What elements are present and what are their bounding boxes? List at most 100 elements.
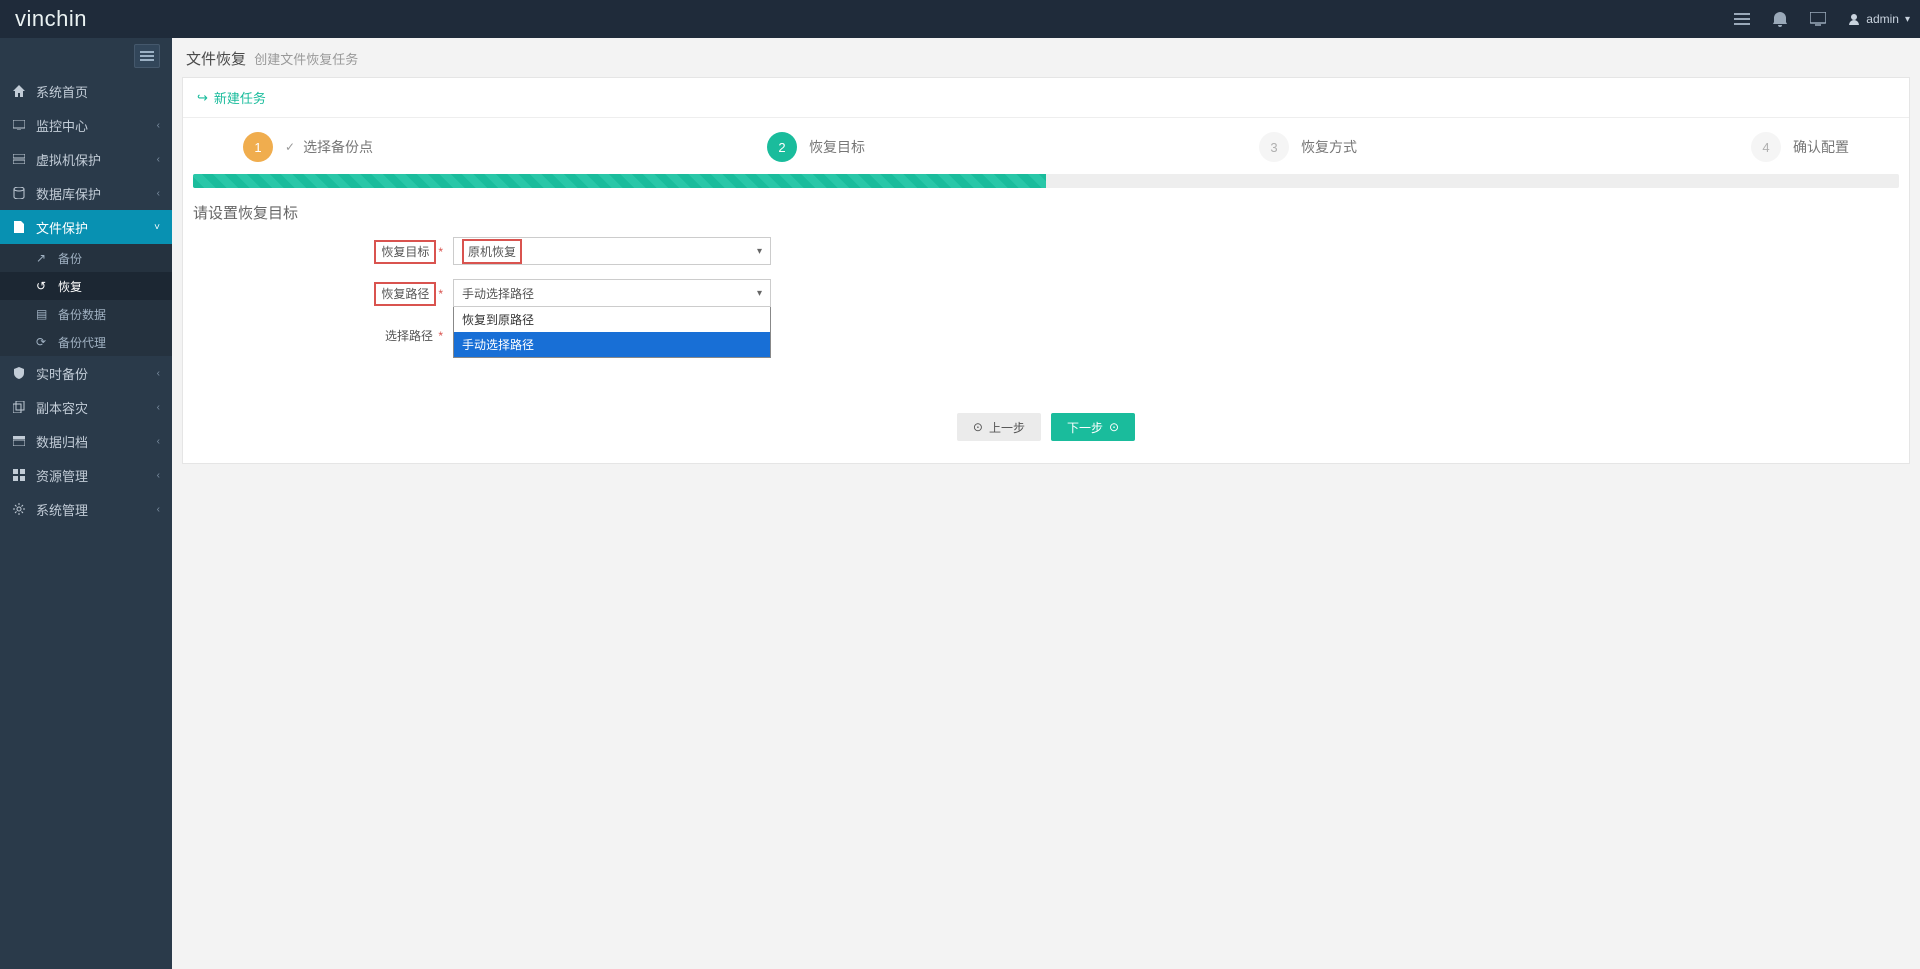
- option-original-path[interactable]: 恢复到原路径: [454, 307, 770, 332]
- shield-icon: [12, 367, 26, 379]
- grid-icon: [12, 469, 26, 481]
- list-icon[interactable]: [1734, 11, 1750, 27]
- form-area: 恢复目标* 原机恢复 ▾ 恢复路径*: [183, 237, 1909, 403]
- wizard-progress: [193, 174, 1899, 188]
- header-right: admin ▾: [1734, 11, 1910, 27]
- next-button[interactable]: 下一步 ⊙: [1051, 413, 1135, 441]
- progress-fill: [193, 174, 1046, 188]
- prev-label: 上一步: [989, 419, 1025, 436]
- nav-label: 数据库保护: [36, 184, 157, 203]
- row-restore-target: 恢复目标* 原机恢复 ▾: [193, 237, 1899, 265]
- step-number: 3: [1259, 132, 1289, 162]
- nav-label: 虚拟机保护: [36, 150, 157, 169]
- step-number: 1: [243, 132, 273, 162]
- wizard-panel: ↩ 新建任务 1 ✓ 选择备份点 2 恢复目标 3 恢复方式: [182, 77, 1910, 464]
- step-label: 确认配置: [1793, 137, 1849, 157]
- breadcrumb-main: 文件恢复: [186, 51, 246, 68]
- chevron-left-icon: ‹: [157, 368, 160, 379]
- chevron-left-icon: ‹: [157, 436, 160, 447]
- user-name: admin: [1866, 12, 1899, 26]
- chevron-left-icon: ‹: [157, 470, 160, 481]
- control-restore-path: 手动选择路径 ▾ 恢复到原路径 手动选择路径: [453, 279, 771, 307]
- sidebar-toggle-row: [0, 38, 172, 74]
- chevron-left-icon: ‹: [157, 120, 160, 131]
- step-label: 选择备份点: [303, 137, 373, 157]
- step-number: 4: [1751, 132, 1781, 162]
- nav-archive[interactable]: 数据归档 ‹: [0, 424, 172, 458]
- select-restore-target[interactable]: 原机恢复 ▾: [453, 237, 771, 265]
- wizard-footer: ⊙ 上一步 下一步 ⊙: [183, 403, 1909, 463]
- chevron-down-icon: ▾: [1905, 14, 1910, 25]
- row-restore-path: 恢复路径* 手动选择路径 ▾ 恢复到原路径 手动选择路径: [193, 279, 1899, 307]
- step-label: 恢复方式: [1301, 137, 1357, 157]
- select-value: 原机恢复: [462, 239, 522, 264]
- label-restore-target: 恢复目标*: [193, 237, 443, 260]
- reply-icon: ↩: [197, 90, 208, 106]
- control-restore-target: 原机恢复 ▾: [453, 237, 771, 265]
- step-4[interactable]: 4 确认配置: [1751, 132, 1849, 162]
- monitor-icon[interactable]: [1810, 11, 1826, 27]
- nav-realtime-backup[interactable]: 实时备份 ‹: [0, 356, 172, 390]
- label-restore-path: 恢复路径*: [193, 279, 443, 302]
- nav-vm-protect[interactable]: 虚拟机保护 ‹: [0, 142, 172, 176]
- monitor-icon: [12, 120, 26, 130]
- arrow-left-icon: ⊙: [973, 420, 983, 434]
- option-manual-path[interactable]: 手动选择路径: [454, 332, 770, 357]
- panel-header: ↩ 新建任务: [183, 78, 1909, 118]
- step-label: 恢复目标: [809, 137, 865, 157]
- file-protect-submenu: ↗ 备份 ↺ 恢复 ▤ 备份数据 ⟳ 备份代理: [0, 244, 172, 356]
- panel-title: 新建任务: [214, 88, 266, 107]
- sidebar-toggle[interactable]: [134, 44, 160, 68]
- sub-label: 恢复: [58, 278, 82, 295]
- database-icon: [12, 187, 26, 199]
- nav-db-protect[interactable]: 数据库保护 ‹: [0, 176, 172, 210]
- sub-backup-data[interactable]: ▤ 备份数据: [0, 300, 172, 328]
- share-icon: ↗: [36, 251, 50, 265]
- step-3[interactable]: 3 恢复方式: [1259, 132, 1357, 162]
- required-mark: *: [438, 245, 443, 259]
- nav-label: 监控中心: [36, 116, 157, 135]
- nav-file-protect[interactable]: 文件保护 ˅: [0, 210, 172, 244]
- nav-home[interactable]: 系统首页: [0, 74, 172, 108]
- server-icon: [12, 154, 26, 164]
- next-label: 下一步: [1067, 419, 1103, 436]
- breadcrumb-sub: 创建文件恢复任务: [254, 52, 358, 67]
- logo: vinchin: [15, 6, 87, 32]
- gear-icon: [12, 503, 26, 515]
- section-heading: 请设置恢复目标: [183, 202, 1909, 237]
- select-restore-path[interactable]: 手动选择路径 ▾: [453, 279, 771, 307]
- wizard-steps: 1 ✓ 选择备份点 2 恢复目标 3 恢复方式 4 确认配置: [183, 118, 1909, 170]
- step-2[interactable]: 2 恢复目标: [767, 132, 865, 162]
- data-icon: ▤: [36, 307, 50, 321]
- nav-label: 系统管理: [36, 500, 157, 519]
- caret-down-icon: ▾: [757, 246, 762, 257]
- check-icon: ✓: [285, 140, 295, 154]
- row-select-path: 选择路径 * ▾: [193, 321, 1899, 349]
- prev-button[interactable]: ⊙ 上一步: [957, 413, 1041, 441]
- chevron-down-icon: ˅: [154, 222, 160, 233]
- label-select-path: 选择路径 *: [193, 321, 443, 344]
- sub-backup[interactable]: ↗ 备份: [0, 244, 172, 272]
- required-mark: *: [435, 329, 443, 343]
- nav-label: 副本容灾: [36, 398, 157, 417]
- step-number: 2: [767, 132, 797, 162]
- copy-icon: [12, 401, 26, 413]
- nav-label: 资源管理: [36, 466, 157, 485]
- sub-label: 备份: [58, 250, 82, 267]
- app-header: vinchin admin ▾: [0, 0, 1920, 38]
- nav-label: 数据归档: [36, 432, 157, 451]
- sub-restore[interactable]: ↺ 恢复: [0, 272, 172, 300]
- nav-monitor[interactable]: 监控中心 ‹: [0, 108, 172, 142]
- nav-replica-dr[interactable]: 副本容灾 ‹: [0, 390, 172, 424]
- restore-path-dropdown: 恢复到原路径 手动选择路径: [453, 307, 771, 358]
- sidebar: 系统首页 监控中心 ‹ 虚拟机保护 ‹ 数据库保护 ‹ 文件保护 ˅ ↗ 备份: [0, 38, 172, 969]
- user-menu[interactable]: admin ▾: [1848, 12, 1910, 26]
- bell-icon[interactable]: [1772, 11, 1788, 27]
- step-1[interactable]: 1 ✓ 选择备份点: [243, 132, 373, 162]
- nav-label: 实时备份: [36, 364, 157, 383]
- sub-backup-agent[interactable]: ⟳ 备份代理: [0, 328, 172, 356]
- nav-system[interactable]: 系统管理 ‹: [0, 492, 172, 526]
- nav-resource[interactable]: 资源管理 ‹: [0, 458, 172, 492]
- nav-label: 文件保护: [36, 218, 154, 237]
- file-icon: [12, 221, 26, 233]
